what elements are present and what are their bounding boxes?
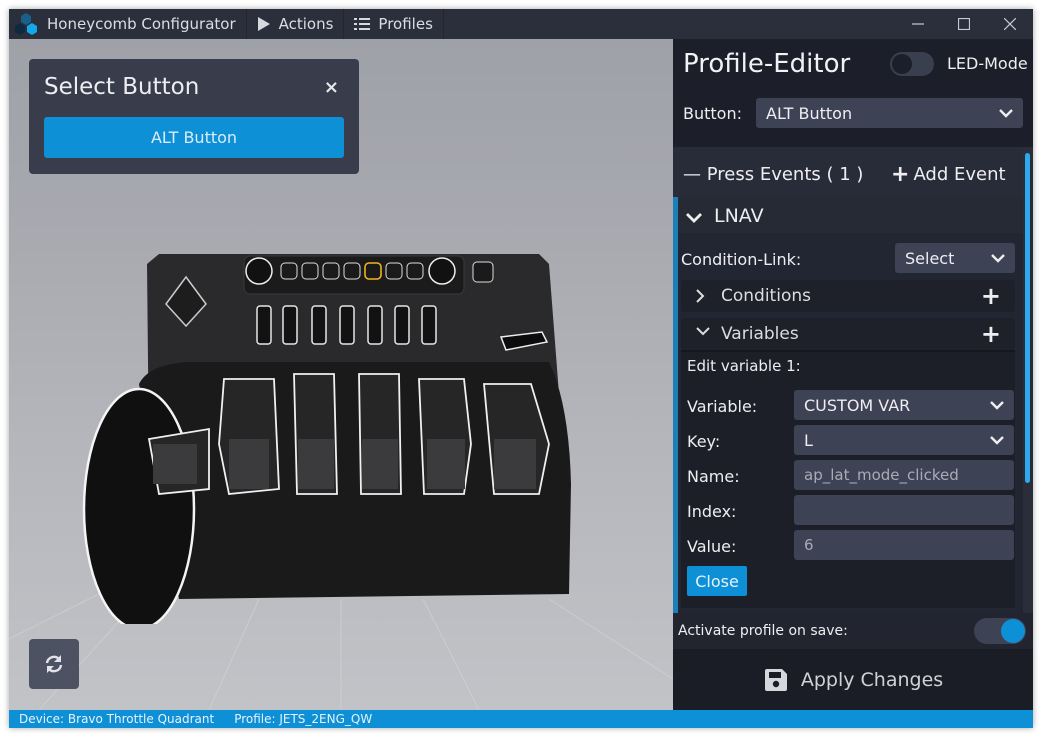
- profile-editor-panel: Profile-Editor LED-Mode Button: ALT Butt…: [673, 39, 1033, 710]
- close-icon[interactable]: ×: [324, 77, 339, 98]
- app-title-text: Honeycomb Configurator: [47, 15, 236, 33]
- save-icon: [764, 668, 787, 691]
- index-label: Index:: [687, 502, 737, 521]
- variable-select-value: CUSTOM VAR: [804, 395, 911, 415]
- chevron-down-icon: [990, 435, 1004, 445]
- annunciator-switches: [256, 305, 437, 345]
- throttle-quadrant-model[interactable]: [69, 244, 589, 624]
- close-variable-button[interactable]: Close: [687, 566, 747, 596]
- app-title: Honeycomb Configurator: [9, 9, 247, 39]
- chevron-down-icon: [686, 208, 702, 227]
- selected-button-chip[interactable]: ALT Button: [44, 117, 344, 158]
- press-events-header: — Press Events ( 1 ) + Add Event: [673, 147, 1023, 197]
- select-panel-title: Select Button: [44, 74, 200, 100]
- play-icon: [257, 16, 271, 32]
- add-event-button[interactable]: + Add Event: [891, 161, 1006, 187]
- list-icon: [354, 17, 371, 31]
- refresh-icon: [45, 655, 63, 673]
- trim-wheel[interactable]: [82, 387, 196, 624]
- ap-button[interactable]: [280, 262, 298, 280]
- conditions-label: Conditions: [721, 286, 811, 306]
- variable-select[interactable]: CUSTOM VAR: [794, 390, 1014, 420]
- menu-actions-label: Actions: [278, 15, 334, 33]
- condition-link-select[interactable]: Select: [895, 243, 1015, 273]
- autopilot-master-button[interactable]: [472, 261, 494, 283]
- minimize-icon: [912, 23, 924, 25]
- add-variable-icon[interactable]: +: [981, 320, 1001, 348]
- chevron-right-icon: [696, 289, 705, 303]
- value-input[interactable]: 6: [794, 530, 1014, 560]
- key-select[interactable]: L: [794, 425, 1014, 455]
- menu-profiles-label: Profiles: [378, 15, 433, 33]
- activate-on-save-row: Activate profile on save:: [673, 613, 1033, 649]
- button-select-value: ALT Button: [766, 103, 853, 123]
- index-input[interactable]: [794, 495, 1014, 525]
- maximize-icon: [958, 18, 970, 30]
- add-event-label: Add Event: [913, 164, 1006, 185]
- ap-button[interactable]: [301, 262, 319, 280]
- condition-link-value: Select: [905, 248, 955, 268]
- button-field-label: Button:: [683, 104, 742, 123]
- status-bar: Device: Bravo Throttle Quadrant Profile:…: [9, 710, 1033, 728]
- title-bar: Honeycomb Configurator Actions Profiles: [9, 9, 1033, 39]
- ap-button-alt-highlighted[interactable]: [364, 262, 382, 280]
- events-scroll-area[interactable]: — Press Events ( 1 ) + Add Event LNAV Co…: [673, 147, 1033, 613]
- close-window-button[interactable]: [987, 9, 1033, 39]
- app-window: Honeycomb Configurator Actions Profiles: [9, 9, 1033, 728]
- chevron-down-icon: [999, 108, 1013, 118]
- key-label: Key:: [687, 432, 721, 451]
- event-header[interactable]: LNAV: [678, 197, 1023, 233]
- toggle-knob: [892, 54, 912, 74]
- apply-changes-label: Apply Changes: [800, 668, 944, 691]
- close-icon: [1004, 18, 1016, 30]
- select-button-panel: Select Button × ALT Button: [29, 59, 359, 174]
- honeycomb-logo-icon: [13, 12, 39, 36]
- apply-changes-button[interactable]: Apply Changes: [673, 649, 1033, 710]
- value-label: Value:: [687, 537, 737, 556]
- ap-button[interactable]: [385, 262, 403, 280]
- led-mode-label: LED-Mode: [947, 54, 1028, 73]
- reset-view-button[interactable]: [29, 639, 79, 689]
- ap-button[interactable]: [322, 262, 340, 280]
- activate-on-save-label: Activate profile on save:: [678, 623, 848, 639]
- toggle-knob: [1001, 619, 1025, 643]
- chevron-down-icon: [990, 400, 1004, 410]
- menu-profiles[interactable]: Profiles: [344, 9, 444, 39]
- value-knob[interactable]: [428, 257, 456, 285]
- led-mode-toggle[interactable]: [890, 52, 934, 76]
- menu-actions[interactable]: Actions: [247, 9, 345, 39]
- scrollbar-thumb[interactable]: [1025, 153, 1030, 483]
- status-profile: Profile: JETS_2ENG_QW: [234, 712, 373, 726]
- activate-on-save-toggle[interactable]: [974, 618, 1026, 644]
- name-input[interactable]: ap_lat_mode_clicked: [794, 460, 1014, 490]
- chevron-down-icon: [696, 327, 710, 336]
- button-select[interactable]: ALT Button: [756, 98, 1023, 128]
- event-card-lnav: LNAV Condition-Link: Select Conditions +: [673, 197, 1023, 613]
- plus-icon: +: [891, 161, 910, 187]
- maximize-button[interactable]: [941, 9, 987, 39]
- ap-button[interactable]: [343, 262, 361, 280]
- status-device: Device: Bravo Throttle Quadrant: [19, 712, 215, 726]
- variable-label: Variable:: [687, 397, 758, 416]
- variables-label: Variables: [721, 324, 799, 344]
- name-label: Name:: [687, 467, 740, 486]
- variables-section[interactable]: Variables +: [681, 318, 1015, 350]
- variable-editor-title: Edit variable 1:: [687, 357, 801, 375]
- chevron-down-icon: [991, 253, 1005, 263]
- condition-link-label: Condition-Link:: [681, 250, 802, 269]
- heading-knob[interactable]: [245, 257, 273, 285]
- minimize-button[interactable]: [895, 9, 941, 39]
- event-name: LNAV: [714, 205, 764, 227]
- autopilot-buttons: [280, 262, 424, 280]
- variable-editor: Edit variable 1: Variable: CUSTOM VAR Ke…: [681, 350, 1015, 608]
- window-controls: [895, 9, 1033, 39]
- editor-title: Profile-Editor: [683, 49, 851, 79]
- key-select-value: L: [804, 430, 813, 450]
- add-condition-icon[interactable]: +: [981, 282, 1001, 310]
- press-events-toggle[interactable]: — Press Events ( 1 ): [683, 164, 863, 185]
- conditions-section[interactable]: Conditions +: [681, 280, 1015, 312]
- ap-button[interactable]: [406, 262, 424, 280]
- 3d-viewport[interactable]: Select Button × ALT Button: [9, 39, 673, 710]
